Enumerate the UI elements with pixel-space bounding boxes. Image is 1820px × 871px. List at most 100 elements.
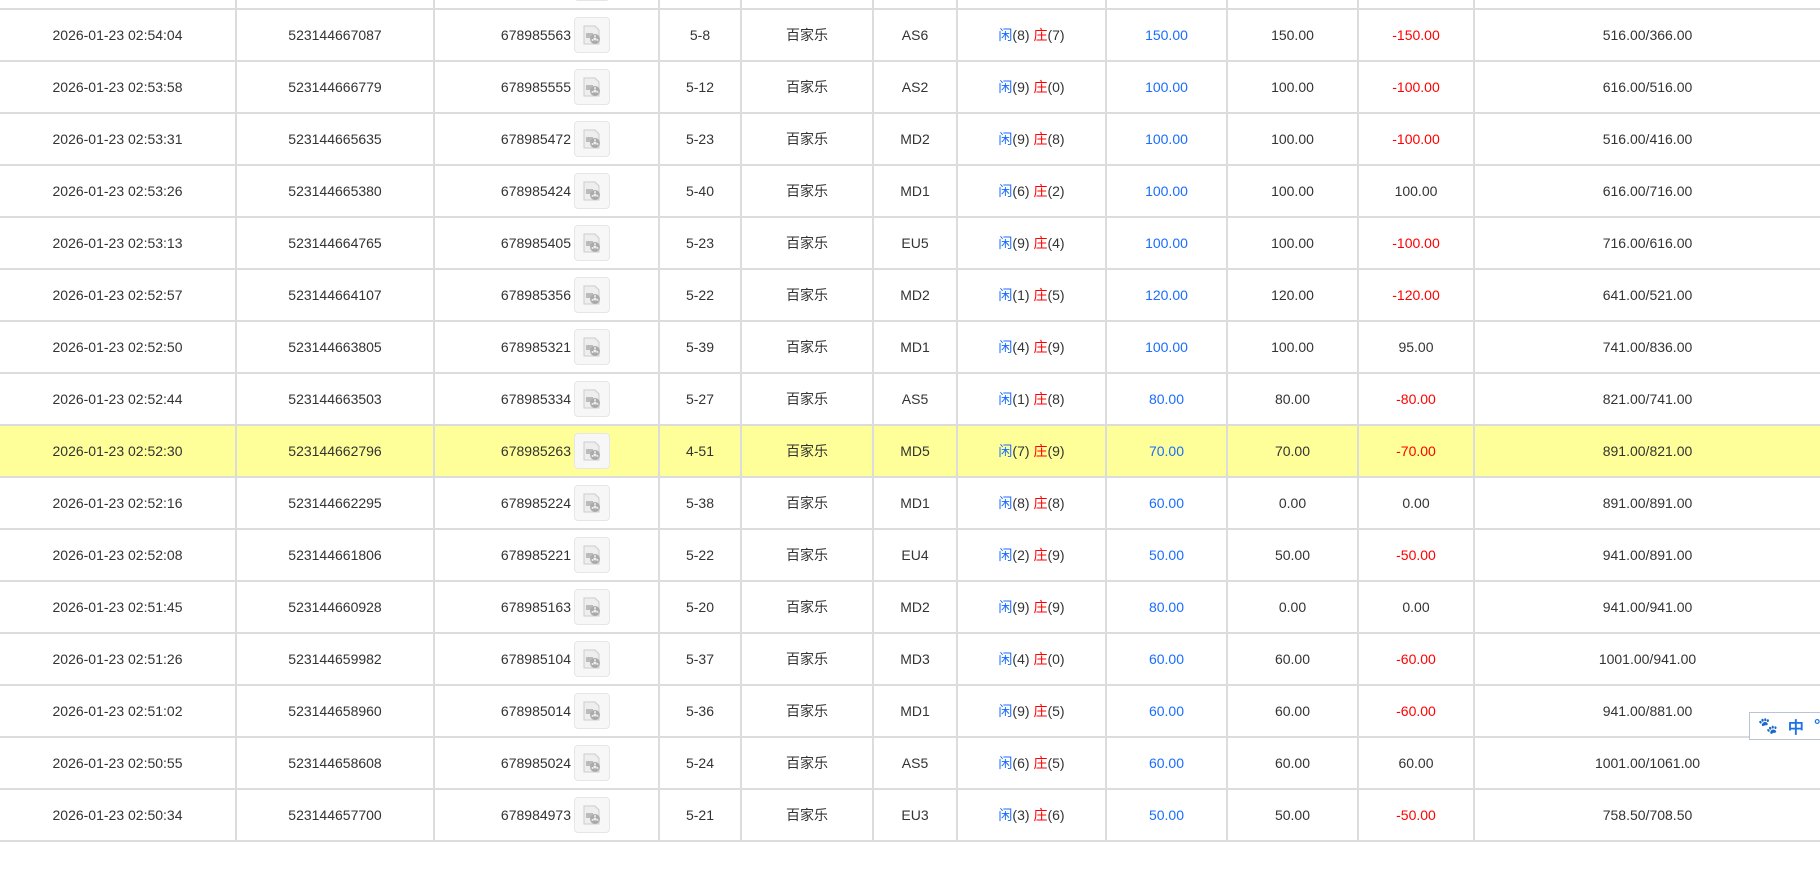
- order-number: 523144661806: [236, 528, 435, 582]
- table-code: [873, 0, 958, 10]
- valid-bet: 0.00: [1227, 580, 1359, 634]
- order-number: 523144658608: [236, 736, 435, 790]
- round-number: 678985024: [500, 755, 571, 771]
- round-cell: [434, 0, 660, 10]
- player-points: 3: [1017, 807, 1025, 823]
- balance-before-after: 641.00/521.00: [1474, 268, 1820, 322]
- bet-amount: 60.00: [1106, 476, 1228, 530]
- video-replay-icon[interactable]: [574, 485, 610, 521]
- valid-bet: 100.00: [1227, 60, 1359, 114]
- bet-time: 2026-01-23 02:52:08: [0, 528, 237, 582]
- game-type: 百家乐: [741, 528, 874, 582]
- paw-icon[interactable]: 🐾: [1758, 716, 1778, 736]
- bet-time: 2026-01-23 02:52:30: [0, 424, 237, 478]
- ime-mode[interactable]: 中: [1788, 714, 1804, 738]
- result-cell: 闲(4) 庄(0): [957, 632, 1107, 686]
- video-replay-icon[interactable]: [574, 277, 610, 313]
- win-loss: -150.00: [1358, 8, 1475, 62]
- table-row: 2026-01-23 02:53:13 523144664765 6789854…: [0, 216, 1820, 270]
- table-code: MD2: [873, 112, 958, 166]
- win-loss: -50.00: [1358, 788, 1475, 842]
- player-points: 4: [1017, 339, 1025, 355]
- player-label: 闲: [998, 287, 1013, 303]
- shoe-number: [659, 0, 742, 10]
- banker-label: 庄: [1033, 547, 1048, 563]
- result-cell: 闲(1) 庄(5): [957, 268, 1107, 322]
- round-cell: 678985405: [434, 216, 660, 270]
- video-replay-icon[interactable]: [574, 0, 610, 1]
- player-points: 9: [1017, 131, 1025, 147]
- bet-time: 2026-01-23 02:51:26: [0, 632, 237, 686]
- player-label: 闲: [998, 807, 1013, 823]
- round-cell: 678985424: [434, 164, 660, 218]
- game-type: 百家乐: [741, 476, 874, 530]
- round-cell: 678985104: [434, 632, 660, 686]
- win-loss: 0.00: [1358, 476, 1475, 530]
- win-loss: 100.00: [1358, 164, 1475, 218]
- round-number: 678985555: [500, 79, 571, 95]
- order-number: 523144662295: [236, 476, 435, 530]
- game-type: 百家乐: [741, 372, 874, 426]
- game-type: 百家乐: [741, 788, 874, 842]
- game-type: 百家乐: [741, 216, 874, 270]
- bet-time: 2026-01-23 02:52:50: [0, 320, 237, 374]
- banker-points: 9: [1052, 443, 1060, 459]
- banker-label: 庄: [1033, 287, 1048, 303]
- video-replay-icon[interactable]: [574, 381, 610, 417]
- video-replay-icon[interactable]: [574, 225, 610, 261]
- round-number: 678985472: [500, 131, 571, 147]
- round-number: 678985224: [500, 495, 571, 511]
- game-type: 百家乐: [741, 320, 874, 374]
- video-replay-icon[interactable]: [574, 17, 610, 53]
- valid-bet: 60.00: [1227, 736, 1359, 790]
- bet-amount: 100.00: [1106, 320, 1228, 374]
- game-type: [741, 0, 874, 10]
- table-code: AS6: [873, 8, 958, 62]
- round-cell: 678985163: [434, 580, 660, 634]
- banker-label: 庄: [1033, 131, 1048, 147]
- player-points: 8: [1017, 495, 1025, 511]
- video-replay-icon[interactable]: [574, 641, 610, 677]
- result-cell: 闲(6) 庄(5): [957, 736, 1107, 790]
- video-replay-icon[interactable]: [574, 433, 610, 469]
- round-number: 678985163: [500, 599, 571, 615]
- video-replay-icon[interactable]: [574, 121, 610, 157]
- win-loss: -100.00: [1358, 60, 1475, 114]
- video-replay-icon[interactable]: [574, 69, 610, 105]
- table-row: 2026-01-23 02:52:44 523144663503 6789853…: [0, 372, 1820, 426]
- round-cell: 678984973: [434, 788, 660, 842]
- table-row: 2026-01-23 02:50:55 523144658608 6789850…: [0, 736, 1820, 790]
- table-code: MD3: [873, 632, 958, 686]
- video-replay-icon[interactable]: [574, 693, 610, 729]
- shoe-number: 5-39: [659, 320, 742, 374]
- shoe-number: 4-51: [659, 424, 742, 478]
- order-number: 523144659982: [236, 632, 435, 686]
- player-label: 闲: [998, 495, 1013, 511]
- video-replay-icon[interactable]: [574, 173, 610, 209]
- player-points: 6: [1017, 755, 1025, 771]
- round-cell: 678985334: [434, 372, 660, 426]
- video-replay-icon[interactable]: [574, 329, 610, 365]
- ime-punct[interactable]: °,: [1814, 717, 1820, 735]
- round-cell: 678985024: [434, 736, 660, 790]
- ime-toolbar[interactable]: 🐾 中 °,: [1749, 712, 1820, 740]
- player-points: 9: [1017, 703, 1025, 719]
- banker-label: 庄: [1033, 235, 1048, 251]
- result-cell: 闲(8) 庄(7): [957, 8, 1107, 62]
- shoe-number: 5-12: [659, 60, 742, 114]
- banker-points: 0: [1052, 79, 1060, 95]
- order-number: 523144663805: [236, 320, 435, 374]
- table-row: 2026-01-23 02:50:34 523144657700 6789849…: [0, 788, 1820, 842]
- balance-before-after: [1474, 0, 1820, 10]
- bet-records-table: 2026-01-23 02:54:04 523144667087 6789855…: [0, 0, 1820, 842]
- banker-points: 6: [1052, 807, 1060, 823]
- balance-before-after: 941.00/941.00: [1474, 580, 1820, 634]
- video-replay-icon[interactable]: [574, 589, 610, 625]
- video-replay-icon[interactable]: [574, 797, 610, 833]
- player-points: 2: [1017, 547, 1025, 563]
- video-replay-icon[interactable]: [574, 745, 610, 781]
- result-cell: 闲(9) 庄(5): [957, 684, 1107, 738]
- win-loss: -100.00: [1358, 216, 1475, 270]
- banker-label: 庄: [1033, 651, 1048, 667]
- video-replay-icon[interactable]: [574, 537, 610, 573]
